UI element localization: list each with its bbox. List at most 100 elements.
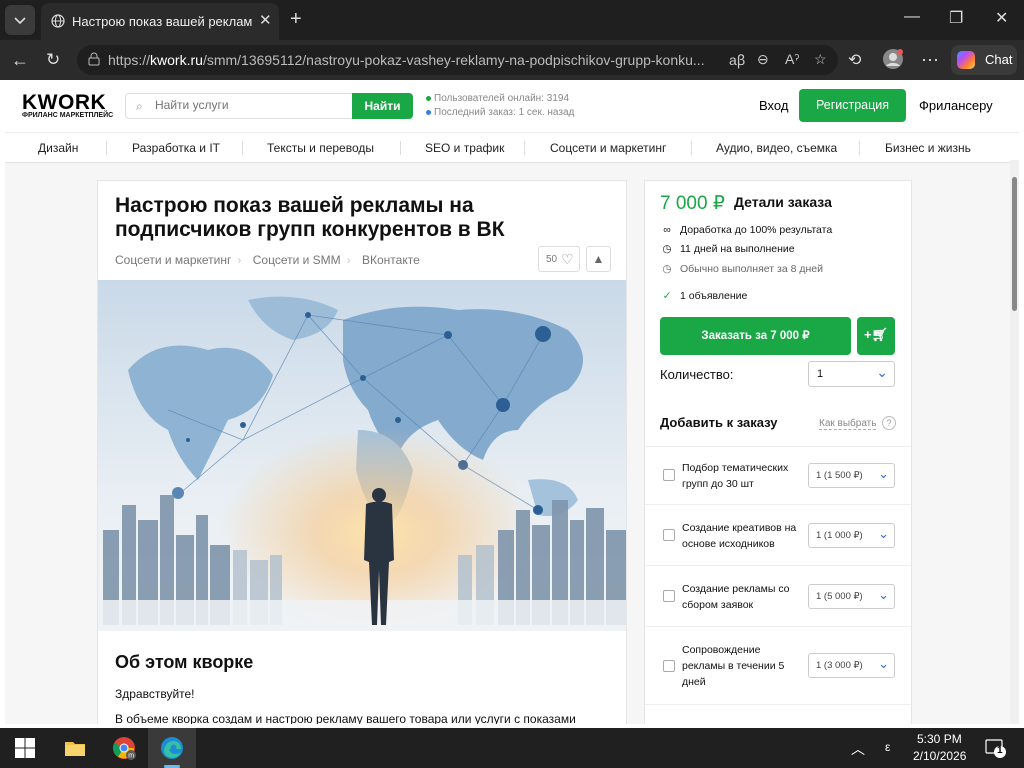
cart-icon: 🛒︎ [871,327,889,342]
svg-text:m: m [128,753,134,760]
kwork-card: Настрою показ вашей рекламы на подписчик… [97,180,627,724]
extra-quantity-select[interactable]: 1 (3 000 ₽) ⌄ [808,653,895,678]
tab-title: Настрою показ вашей рекламы на подписчик… [72,14,252,29]
check-icon: ✓ [662,290,672,302]
window-close-icon[interactable]: ✕ [995,8,1008,28]
price: 7 000 ₽ [660,193,725,214]
warning-icon: ▲ [592,252,605,266]
minimize-icon[interactable]: — [904,8,920,26]
extra-checkbox[interactable] [663,469,675,481]
scrollbar-thumb[interactable] [1012,177,1017,311]
extra-quantity-select[interactable]: 1 (1 500 ₽) ⌄ [808,463,895,488]
infinity-icon: ∞ [663,224,671,236]
copilot-label: Chat [985,52,1013,67]
kwork-title: Настрою показ вашей рекламы на подписчик… [115,194,505,241]
search-input[interactable] [155,98,345,112]
web-page: KWORK ФРИЛАНС МАРКЕТПЛЕЙС ⌕ Найти Пользо… [5,80,1019,724]
quantity-select[interactable]: 1 ⌄ [808,361,895,387]
feature-volume: ✓ 1 объявление [660,290,748,302]
help-icon[interactable]: ? [882,416,896,430]
taskbar-active-app[interactable] [148,728,196,768]
category-business[interactable]: Бизнес и жизнь [885,141,971,155]
address-bar-row: ← ↻ https://kwork.ru/smm/13695112/nastro… [0,40,1024,80]
extra-option: Подбор тематических групп до 30 шт 1 (1 … [645,446,911,504]
kwork-cover-image[interactable] [98,280,626,631]
copilot-icon [957,51,975,69]
order-button[interactable]: Заказать за 7 000 ₽ [660,317,851,355]
url-text: https://kwork.ru/smm/13695112/nastroyu-p… [108,52,705,68]
tab-actions-button[interactable] [5,5,35,35]
zoom-icon[interactable]: ⊖ [757,51,769,68]
read-aloud-icon[interactable]: A͏ˀ [785,51,799,67]
clock-icon: ◷ [662,243,672,255]
breadcrumb-item[interactable]: Соцсети и SMM [253,253,341,267]
extra-quantity-select[interactable]: 1 (1 000 ₽) ⌄ [808,523,895,548]
maximize-icon[interactable]: ❐ [949,8,963,28]
extra-label: Подбор тематических групп до 30 шт [682,462,789,490]
category-dev[interactable]: Разработка и IT [132,141,220,155]
extra-checkbox[interactable] [663,529,675,541]
logo-subtitle: ФРИЛАНС МАРКЕТПЛЕЙС [22,112,114,119]
site-header: KWORK ФРИЛАНС МАРКЕТПЛЕЙС ⌕ Найти Пользо… [5,80,1019,132]
breadcrumb-item[interactable]: Соцсети и маркетинг [115,253,231,267]
breadcrumb-item[interactable]: ВКонтакте [362,253,420,267]
browser-tab[interactable]: Настрою показ вашей рекламы на подписчик… [41,3,279,40]
nav-divider [859,141,860,155]
file-explorer-icon[interactable] [63,736,87,760]
refresh-icon[interactable]: ↻ [46,50,60,70]
extra-quantity-select[interactable]: 1 (5 000 ₽) ⌄ [808,584,895,609]
category-smm[interactable]: Соцсети и маркетинг [550,141,666,155]
add-to-cart-button[interactable]: +🛒︎ [857,317,895,355]
category-nav: Дизайн Разработка и IT Тексты и переводы… [5,132,1019,163]
add-to-order-title: Добавить к заказу [660,415,778,430]
chevron-up-icon[interactable]: ︿ [851,739,865,759]
extra-checkbox[interactable] [663,590,675,602]
quantity-label: Количество: [660,367,734,382]
chevron-down-icon: ⌄ [878,587,889,602]
history-icon[interactable]: ⟲ [848,50,861,70]
windows-start-icon[interactable] [13,736,37,760]
login-link[interactable]: Вход [759,98,788,113]
lock-icon [88,52,100,66]
category-seo[interactable]: SEO и трафик [425,141,504,155]
freelancer-link[interactable]: Фрилансеру [919,98,993,113]
how-to-choose-link[interactable]: Как выбрать [819,418,877,430]
category-media[interactable]: Аудио, видео, съемка [716,141,837,155]
new-tab-icon[interactable]: + [290,8,302,31]
nav-divider [106,141,107,155]
back-icon[interactable]: ← [11,50,29,71]
clock-date[interactable]: 2/10/2026 [913,749,966,763]
search-box[interactable]: ⌕ [125,93,353,119]
chevron-down-icon: ⌄ [878,656,889,671]
favorite-button[interactable]: 50 ♡ [538,246,580,272]
close-tab-icon[interactable]: ✕ [259,11,272,29]
chrome-icon[interactable]: m [112,736,136,760]
extra-option [645,704,911,724]
page-scrollbar[interactable] [1010,160,1019,724]
category-texts[interactable]: Тексты и переводы [267,141,374,155]
order-details-title: Детали заказа [734,194,832,210]
language-indicator[interactable]: ε [885,740,890,754]
clock-time[interactable]: 5:30 PM [917,732,962,746]
copilot-chat-button[interactable]: Chat [951,45,1017,75]
profile-avatar[interactable] [882,48,904,75]
nav-divider [242,141,243,155]
more-menu-icon[interactable]: ⋯ [921,50,939,71]
translate-icon[interactable]: a͏ꞵ [729,51,746,70]
register-button[interactable]: Регистрация [799,89,906,122]
notification-icon[interactable]: 1 [985,737,1007,759]
extra-checkbox[interactable] [663,660,675,672]
chevron-right-icon: › [346,253,351,267]
url-field[interactable]: https://kwork.ru/smm/13695112/nastroyu-p… [77,45,838,75]
extra-option: Создание рекламы со сбором заявок 1 (5 0… [645,565,911,626]
category-design[interactable]: Дизайн [38,141,78,155]
description-greeting: Здравствуйте! [115,687,195,701]
report-button[interactable]: ▲ [586,246,611,272]
browser-tab-bar: Настрою показ вашей рекламы на подписчик… [0,0,1024,40]
nav-divider [524,141,525,155]
extra-option: Создание креативов на основе исходников … [645,504,911,565]
extra-label: Сопровождение рекламы в течении 5 дней [682,644,785,688]
search-button[interactable]: Найти [352,93,413,119]
favorite-star-icon[interactable]: ☆ [814,51,827,68]
globe-icon [51,14,65,28]
